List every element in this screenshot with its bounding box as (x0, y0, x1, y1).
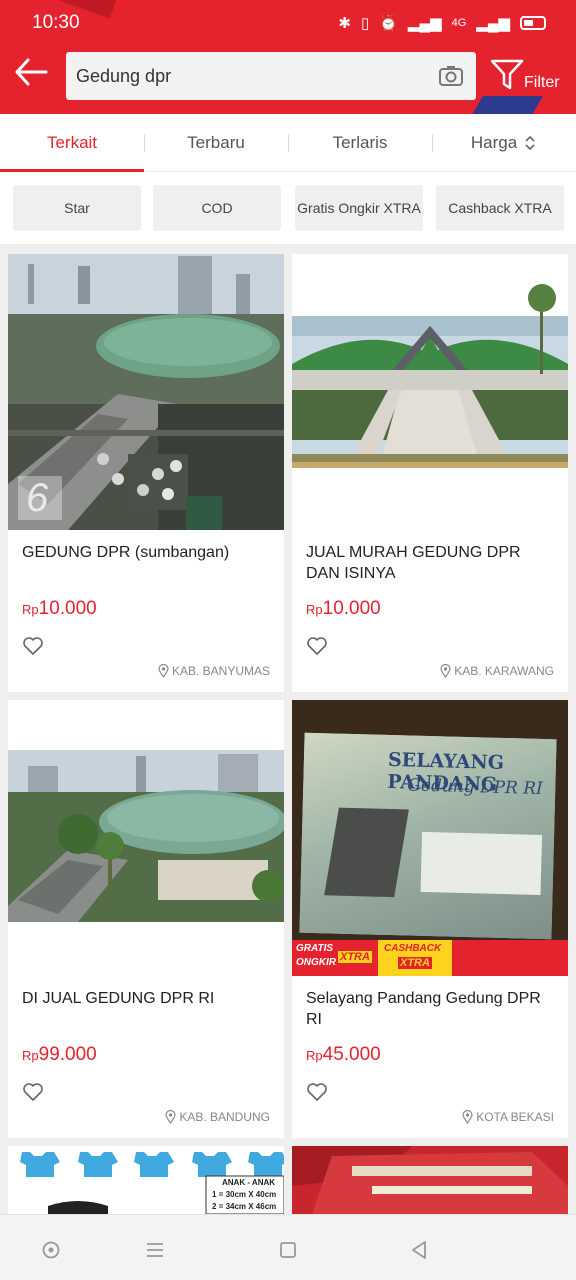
book-subtitle: Gedung DPR RI (407, 775, 544, 799)
product-card[interactable]: SELAYANG PANDANG Gedung DPR RI GRATIS ON… (292, 700, 568, 1138)
signal-icon-2: ▂▄▆ (476, 15, 510, 32)
product-location: KAB. KARAWANG (440, 664, 554, 678)
badge-strip (452, 940, 568, 976)
product-image (8, 700, 284, 976)
product-price: Rp10.000 (22, 598, 97, 619)
tab-terlaris[interactable]: Terlaris (288, 114, 432, 172)
menu-icon[interactable] (144, 1239, 166, 1261)
filter-button[interactable]: Filter (490, 58, 570, 102)
battery-icon (520, 16, 546, 30)
signal-icon: ▂▄▆ (407, 15, 442, 32)
filter-label: Filter (524, 74, 560, 91)
chip-gratis-ongkir[interactable]: Gratis Ongkir XTRA (295, 185, 423, 231)
book-sculpture (324, 807, 409, 898)
size-chart-title: ANAK - ANAK (222, 1178, 276, 1187)
product-price: Rp99.000 (22, 1044, 97, 1065)
product-card-partial[interactable] (292, 1146, 568, 1214)
chip-cashback[interactable]: Cashback XTRA (436, 185, 564, 231)
size-chart-line: 1 = 30cm X 40cm (212, 1190, 277, 1199)
badge-cashback: CASHBACK XTRA (378, 940, 452, 976)
camera-icon[interactable] (438, 64, 464, 88)
product-card-partial[interactable]: ANAK - ANAK 1 = 30cm X 40cm 2 = 34cm X 4… (8, 1146, 284, 1214)
bluetooth-icon: ✱ (338, 15, 351, 32)
chip-cod[interactable]: COD (153, 185, 281, 231)
home-icon[interactable] (277, 1239, 299, 1261)
filter-chips: Star COD Gratis Ongkir XTRA Cashback XTR… (0, 172, 576, 244)
book-cover: SELAYANG PANDANG Gedung DPR RI (299, 732, 557, 940)
status-icons: ✱ ▯ ⏰ ▂▄▆ 4G ▂▄▆ (338, 14, 546, 32)
product-card[interactable]: 6 GEDUNG DPR (sumbangan) Rp10.000 KAB. B… (8, 254, 284, 692)
search-input[interactable]: Gedung dpr (66, 52, 476, 100)
alarm-icon: ⏰ (379, 15, 398, 32)
product-price: Rp10.000 (306, 598, 381, 619)
wishlist-heart-icon[interactable] (22, 1082, 44, 1102)
location-pin-icon (165, 1110, 176, 1124)
sort-tabs: Terkait Terbaru Terlaris Harga (0, 114, 576, 172)
product-title: DI JUAL GEDUNG DPR RI (22, 990, 215, 1007)
image-watermark: 6 (26, 476, 49, 520)
product-title: GEDUNG DPR (sumbangan) (22, 544, 230, 561)
product-title: Selayang Pandang Gedung DPR RI (306, 990, 541, 1028)
product-image (292, 1146, 568, 1214)
tab-terbaru[interactable]: Terbaru (144, 114, 288, 172)
product-location: KAB. BANDUNG (165, 1110, 270, 1124)
status-time: 10:30 (32, 12, 80, 33)
location-pin-icon (440, 664, 451, 678)
assistant-icon[interactable] (40, 1239, 62, 1261)
product-image (292, 254, 568, 530)
product-image: 6 (8, 254, 284, 530)
vibrate-icon: ▯ (360, 15, 370, 32)
back-button[interactable] (14, 58, 54, 98)
filter-icon (490, 59, 524, 90)
wishlist-heart-icon[interactable] (22, 636, 44, 656)
search-value: Gedung dpr (76, 66, 172, 86)
product-image: SELAYANG PANDANG Gedung DPR RI GRATIS ON… (292, 700, 568, 976)
sort-updown-icon (525, 135, 535, 151)
product-price: Rp45.000 (306, 1044, 381, 1065)
badge-gratis-ongkir: GRATIS ONGKIR XTRA (292, 940, 378, 976)
product-location: KOTA BEKASI (462, 1110, 554, 1124)
wishlist-heart-icon[interactable] (306, 1082, 328, 1102)
product-card[interactable]: DI JUAL GEDUNG DPR RI Rp99.000 KAB. BAND… (8, 700, 284, 1138)
tab-terkait[interactable]: Terkait (0, 114, 144, 172)
product-location: KAB. BANYUMAS (158, 664, 270, 678)
back-nav-icon[interactable] (408, 1239, 430, 1261)
book-building (420, 831, 543, 895)
wishlist-heart-icon[interactable] (306, 636, 328, 656)
network-label: 4G (451, 17, 467, 29)
app-header: 10:30 ✱ ▯ ⏰ ▂▄▆ 4G ▂▄▆ Gedung dpr Filter (0, 0, 576, 114)
location-pin-icon (462, 1110, 473, 1124)
size-chart-line: 2 = 34cm X 46cm (212, 1202, 277, 1211)
tab-harga[interactable]: Harga (432, 114, 576, 172)
product-card[interactable]: JUAL MURAH GEDUNG DPR DAN ISINYA Rp10.00… (292, 254, 568, 692)
location-pin-icon (158, 664, 169, 678)
system-nav-bar (0, 1214, 576, 1280)
back-arrow-icon (15, 58, 48, 86)
product-title: JUAL MURAH GEDUNG DPR DAN ISINYA (306, 544, 521, 582)
chip-star[interactable]: Star (13, 185, 141, 231)
